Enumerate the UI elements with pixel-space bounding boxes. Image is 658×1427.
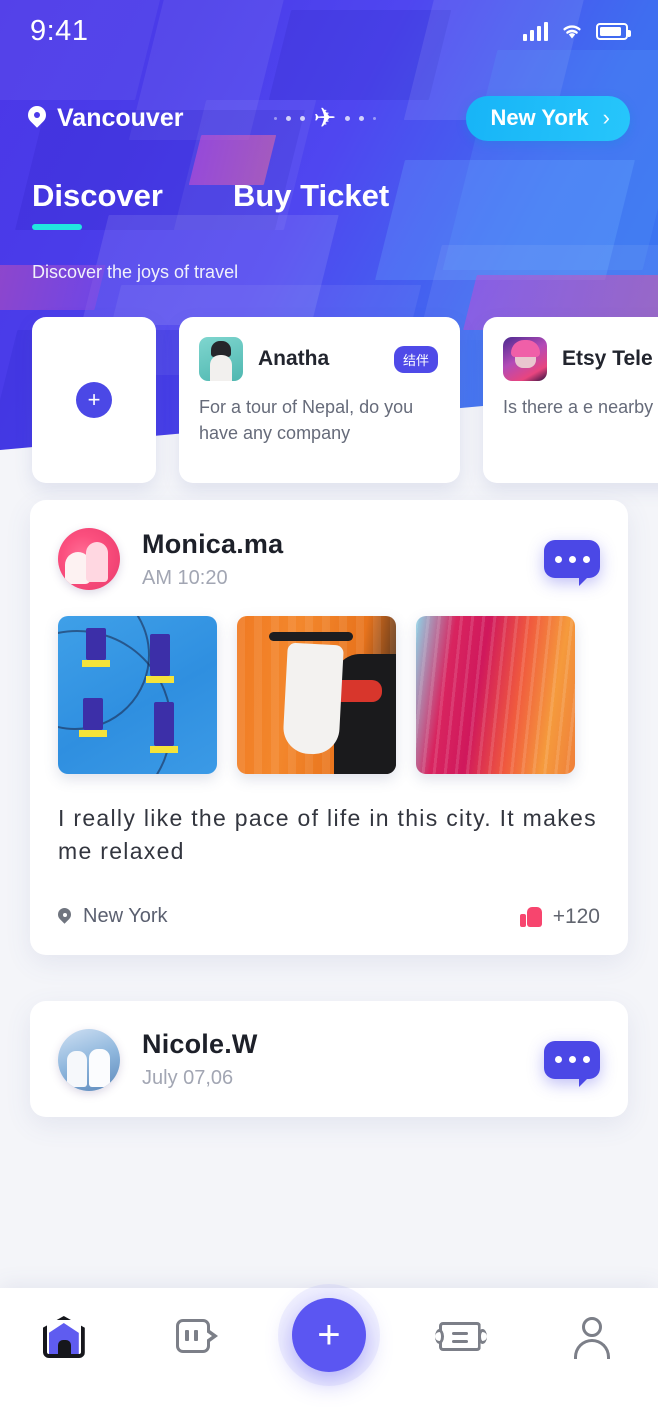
header-tabs: Discover Buy Ticket bbox=[32, 178, 389, 230]
post-time: July 07,06 bbox=[142, 1067, 234, 1090]
home-icon bbox=[42, 1314, 89, 1360]
post-location[interactable]: New York bbox=[58, 905, 168, 928]
comment-bubble-icon[interactable] bbox=[544, 1040, 600, 1087]
destination-label: New York bbox=[490, 104, 589, 130]
post-image[interactable] bbox=[237, 616, 396, 774]
ticket-icon bbox=[434, 1314, 487, 1360]
thumbs-up-icon bbox=[519, 906, 542, 927]
plus-icon: + bbox=[317, 1313, 341, 1357]
tab-buy-ticket-label: Buy Ticket bbox=[232, 178, 390, 213]
post-image-gallery[interactable] bbox=[58, 616, 600, 774]
signal-bars-icon bbox=[523, 21, 548, 41]
battery-icon bbox=[596, 22, 631, 40]
flight-path-indicator: ✈ bbox=[189, 102, 460, 133]
nav-item-home[interactable] bbox=[0, 1288, 132, 1427]
nav-item-messages[interactable] bbox=[132, 1288, 264, 1427]
etsy-avatar bbox=[503, 337, 547, 381]
location-pin-icon bbox=[58, 908, 71, 925]
post-author: Nicole.W bbox=[142, 1029, 258, 1060]
anatha-avatar bbox=[199, 337, 243, 381]
post-like-button[interactable]: +120 bbox=[519, 904, 600, 929]
bottom-navigation: + bbox=[0, 1288, 658, 1427]
chevron-right-icon: › bbox=[602, 104, 610, 130]
tab-buy-ticket[interactable]: Buy Ticket bbox=[233, 178, 389, 230]
story-badge: 结伴 bbox=[393, 345, 438, 373]
post-time: AM 10:20 bbox=[142, 566, 228, 589]
nav-item-tickets[interactable] bbox=[395, 1288, 527, 1427]
tab-discover[interactable]: Discover bbox=[32, 178, 163, 230]
quote-message-icon bbox=[174, 1314, 220, 1360]
post-card[interactable]: Monica.ma AM 10:20 I really like the pac… bbox=[30, 500, 628, 955]
airplane-icon: ✈ bbox=[313, 102, 337, 133]
origin-city-label: Vancouver bbox=[57, 103, 184, 132]
story-author: Anatha bbox=[258, 347, 330, 370]
status-bar-time: 9:41 bbox=[30, 14, 89, 47]
story-card[interactable]: Anatha 结伴 For a tour of Nepal, do you ha… bbox=[179, 317, 460, 483]
monica-avatar[interactable] bbox=[58, 528, 120, 590]
post-image[interactable] bbox=[58, 616, 217, 774]
person-icon bbox=[569, 1314, 615, 1360]
post-author: Monica.ma bbox=[142, 528, 284, 559]
post-card[interactable]: Nicole.W July 07,06 bbox=[30, 1000, 628, 1117]
post-text: I really like the pace of life in this c… bbox=[58, 805, 597, 865]
story-cards-row[interactable]: + Anatha 结伴 For a tour of Nepal, do you … bbox=[0, 317, 658, 483]
comment-bubble-icon[interactable] bbox=[544, 540, 600, 586]
wifi-icon bbox=[563, 25, 581, 39]
tab-active-underline bbox=[32, 224, 82, 230]
nav-item-profile[interactable] bbox=[526, 1288, 658, 1427]
nicole-avatar[interactable] bbox=[58, 1028, 120, 1091]
story-author: Etsy Tele bbox=[562, 347, 653, 370]
post-location-label: New York bbox=[83, 905, 168, 928]
destination-button[interactable]: New York › bbox=[466, 95, 630, 141]
origin-city[interactable]: Vancouver bbox=[28, 104, 183, 133]
post-feed: Monica.ma AM 10:20 I really like the pac… bbox=[0, 500, 658, 1163]
location-pin-icon bbox=[28, 106, 46, 130]
post-image[interactable] bbox=[416, 616, 575, 774]
post-like-count: +120 bbox=[552, 904, 600, 928]
tab-discover-label: Discover bbox=[32, 178, 163, 213]
story-text: For a tour of Nepal, do you have any com… bbox=[199, 397, 414, 443]
story-card[interactable]: Etsy Tele Is there a e nearby bbox=[483, 317, 658, 483]
add-story-card[interactable]: + bbox=[32, 317, 156, 483]
story-text: Is there a e nearby bbox=[503, 397, 654, 417]
status-bar: 9:41 bbox=[0, 0, 658, 62]
create-post-fab[interactable]: + bbox=[291, 1298, 366, 1372]
plus-icon[interactable]: + bbox=[76, 382, 112, 418]
route-bar: Vancouver ✈ New York › bbox=[28, 95, 630, 141]
header-tagline: Discover the joys of travel bbox=[32, 262, 239, 282]
